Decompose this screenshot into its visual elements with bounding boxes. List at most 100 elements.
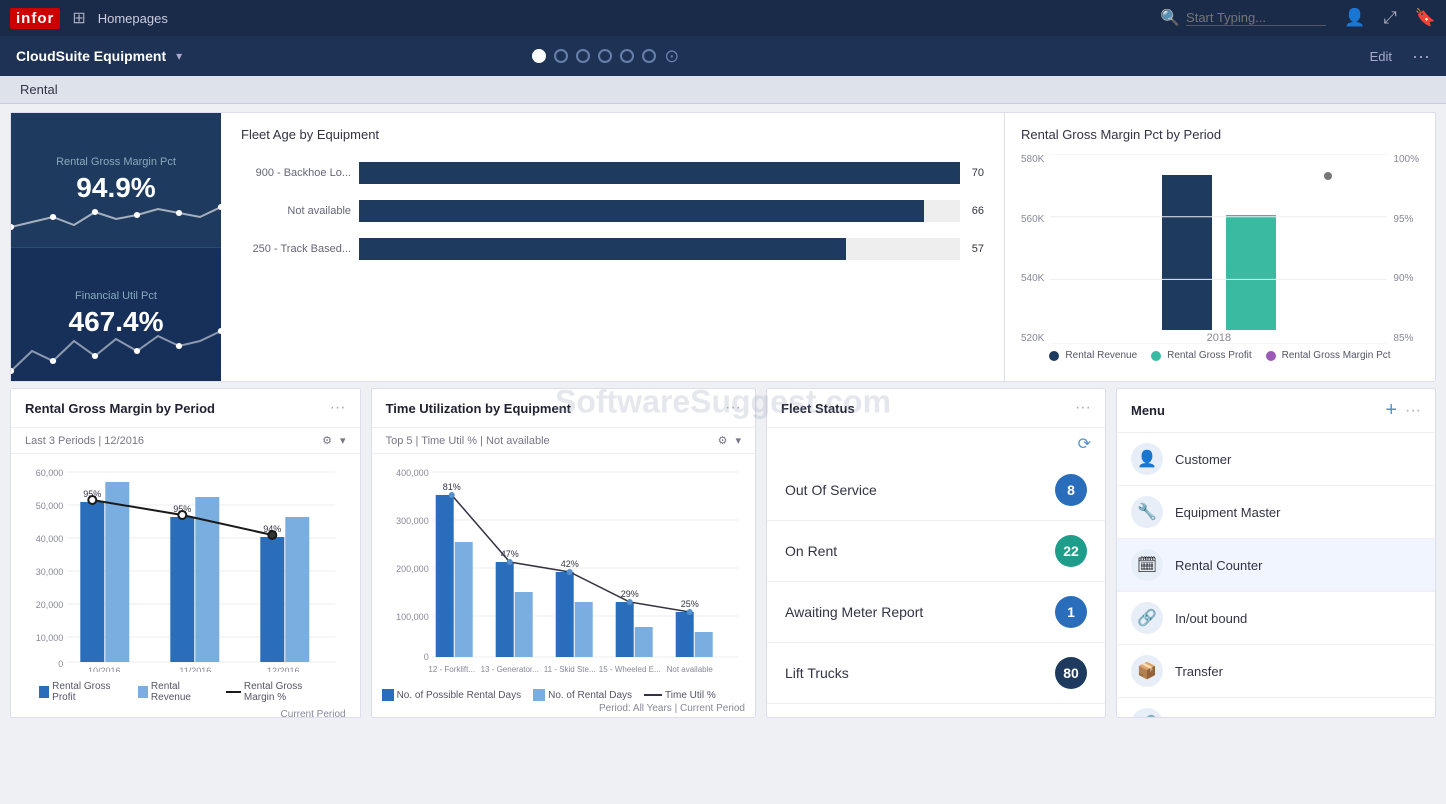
svg-text:13 - Generator...: 13 - Generator... <box>480 665 538 674</box>
menu-item-transfer-label: Transfer <box>1175 664 1223 679</box>
page-dot-2[interactable] <box>554 49 568 63</box>
rgm-legend-pct-icon <box>226 691 241 693</box>
menu-item-equipment-master[interactable]: 🔧 Equipment Master <box>1117 486 1435 539</box>
gm-bar-teal-2 <box>1226 215 1276 330</box>
tu-settings-icon[interactable]: ▾ <box>735 434 741 447</box>
share-icon[interactable]: ⤢ <box>1383 8 1397 28</box>
rgm-card-title: Rental Gross Margin by Period <box>25 401 322 416</box>
page-dot-6[interactable] <box>642 49 656 63</box>
page-dot-1[interactable] <box>532 49 546 63</box>
svg-text:50,000: 50,000 <box>36 501 64 511</box>
subnav-more-button[interactable]: ··· <box>1412 46 1430 67</box>
search-icon[interactable]: 🔍 <box>1160 8 1180 28</box>
section-label: Rental <box>0 76 1446 104</box>
menu-add-button[interactable]: + <box>1385 399 1397 422</box>
menu-item-transfer[interactable]: 📦 Transfer <box>1117 645 1435 698</box>
fs-row-out-of-service[interactable]: Out Of Service 8 <box>767 460 1105 521</box>
sub-navigation: CloudSuite Equipment ▾ ⊙ Edit ··· <box>0 36 1446 76</box>
svg-text:400,000: 400,000 <box>396 468 429 478</box>
fs-refresh-icon[interactable]: ⟳ <box>1078 436 1091 453</box>
gm-x-label: 2018 <box>1050 332 1387 344</box>
fs-label-on-rent: On Rent <box>785 543 1045 559</box>
svg-text:15 - Wheeled E...: 15 - Wheeled E... <box>598 665 660 674</box>
menu-item-customer[interactable]: 👤 Customer <box>1117 433 1435 486</box>
tu-card-header: Time Utilization by Equipment ··· <box>372 389 755 428</box>
fs-row-lift-trucks[interactable]: Lift Trucks 80 <box>767 643 1105 704</box>
rgm-legend-revenue-label: Rental Revenue <box>151 681 212 703</box>
edit-button[interactable]: Edit <box>1370 49 1392 64</box>
bar-row-0: 900 - Backhoe Lo... 70 <box>241 162 984 184</box>
user-icon[interactable]: 👤 <box>1344 8 1365 28</box>
rgm-filter-icon[interactable]: ⚙ <box>322 434 332 447</box>
bookmark-icon[interactable]: 🔖 <box>1415 8 1436 28</box>
sparkline1 <box>11 187 221 247</box>
menu-item-customer-label: Customer <box>1175 452 1231 467</box>
menu-item-rental-counter[interactable]: 🗓 Rental Counter <box>1117 539 1435 592</box>
sparkline2 <box>11 321 221 381</box>
rgm-settings-icon[interactable]: ▾ <box>340 434 346 447</box>
search-input[interactable] <box>1186 10 1326 26</box>
tu-legend-util-label: Time Util % <box>665 690 716 701</box>
page-dot-5[interactable] <box>620 49 634 63</box>
tu-legend-rental-label: No. of Rental Days <box>548 690 632 701</box>
rgm-legend-profit-label: Rental Gross Profit <box>52 681 124 703</box>
page-dot-4[interactable] <box>598 49 612 63</box>
svg-text:60,000: 60,000 <box>36 468 64 478</box>
svg-text:10,000: 10,000 <box>36 633 64 643</box>
fs-badge-lift-trucks: 80 <box>1055 657 1087 689</box>
page-next-arrow[interactable]: ⊙ <box>664 46 679 67</box>
svg-text:300,000: 300,000 <box>396 516 429 526</box>
fs-card-title: Fleet Status <box>781 401 1067 416</box>
app-dropdown-arrow[interactable]: ▾ <box>176 49 182 63</box>
svg-text:20,000: 20,000 <box>36 600 64 610</box>
fs-more-button[interactable]: ··· <box>1075 399 1091 417</box>
tu-filter-icon[interactable]: ⚙ <box>718 434 728 447</box>
bar-profit-1 <box>80 502 104 662</box>
tu-more-button[interactable]: ··· <box>725 399 741 417</box>
bar-fill-2 <box>359 238 846 260</box>
fs-refresh-area: ⟳ <box>767 428 1105 460</box>
rental-counter-icon: 🗓 <box>1131 549 1163 581</box>
fs-label-awaiting-meter: Awaiting Meter Report <box>785 604 1045 620</box>
rgm-legend-revenue-icon <box>138 686 148 698</box>
page-dots: ⊙ <box>532 46 679 67</box>
fs-label-lift-trucks: Lift Trucks <box>785 665 1045 681</box>
svg-text:100,000: 100,000 <box>396 612 429 622</box>
fleet-age-title: Fleet Age by Equipment <box>241 127 984 142</box>
tu-legend: No. of Possible Rental Days No. of Renta… <box>382 687 745 701</box>
page-dot-3[interactable] <box>576 49 590 63</box>
gm-y-axis-left: 580K 560K 540K 520K <box>1021 154 1050 344</box>
svg-text:200,000: 200,000 <box>396 564 429 574</box>
fs-body: ⟳ Out Of Service 8 On Rent 22 Awaiting M… <box>767 428 1105 704</box>
bar-fill-0 <box>359 162 960 184</box>
fs-badge-awaiting-meter: 1 <box>1055 596 1087 628</box>
menu-item-customer-service-desk[interactable]: 🔗 Customer Service Desk <box>1117 698 1435 717</box>
tu-period-label: Top 5 | Time Util % | Not available <box>386 435 550 447</box>
fs-row-awaiting-meter[interactable]: Awaiting Meter Report 1 <box>767 582 1105 643</box>
fs-card-header: Fleet Status ··· <box>767 389 1105 428</box>
menu-more-button[interactable]: ··· <box>1405 402 1421 420</box>
tu-legend-rental: No. of Rental Days <box>533 689 632 701</box>
gm-bars <box>1050 154 1387 330</box>
fs-row-on-rent[interactable]: On Rent 22 <box>767 521 1105 582</box>
rgm-legend-pct: Rental Gross Margin % <box>226 681 332 703</box>
rgm-period-label: Last 3 Periods | 12/2016 <box>25 435 144 447</box>
rgm-more-button[interactable]: ··· <box>330 399 346 417</box>
gm-bar-dark-1 <box>1162 175 1212 330</box>
metric2-label: Financial Util Pct <box>75 290 157 302</box>
bar-label-2: 250 - Track Based... <box>241 243 351 255</box>
bar-row-2: 250 - Track Based... 57 <box>241 238 984 260</box>
time-utilization-card: Time Utilization by Equipment ··· Top 5 … <box>371 388 756 718</box>
fs-badge-on-rent: 22 <box>1055 535 1087 567</box>
svg-text:10/2016: 10/2016 <box>88 666 121 672</box>
gm-y-axis-right: 100% 95% 90% 85% <box>1387 154 1419 344</box>
grid-icon[interactable]: ⊞ <box>72 8 85 28</box>
bar-label-1: Not available <box>241 205 351 217</box>
menu-item-rental-counter-label: Rental Counter <box>1175 558 1262 573</box>
app-title: CloudSuite Equipment <box>16 48 166 64</box>
tu-chart-area: 400,000 300,000 200,000 100,000 0 81% <box>372 454 755 722</box>
svg-text:12 - Forklift...: 12 - Forklift... <box>428 665 475 674</box>
menu-item-inout-bound[interactable]: 🔗 In/out bound <box>1117 592 1435 645</box>
menu-card: Menu + ··· 👤 Customer 🔧 Equipment Master… <box>1116 388 1436 718</box>
nav-home-label[interactable]: Homepages <box>98 11 168 26</box>
